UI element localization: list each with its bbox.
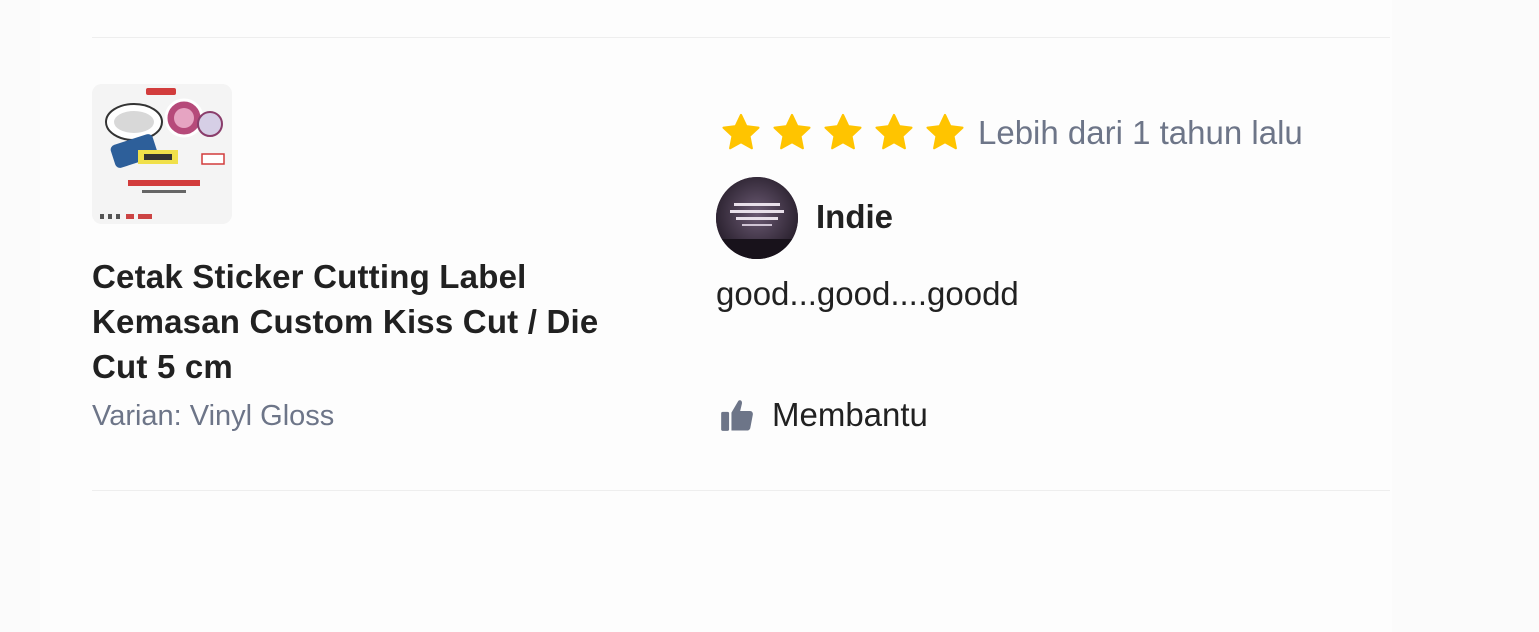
product-name[interactable]: Cetak Sticker Cutting Label Kemasan Cust… xyxy=(92,254,612,389)
bottom-divider xyxy=(92,490,1390,491)
product-variant: Varian: Vinyl Gloss xyxy=(92,400,335,432)
avatar-image xyxy=(716,177,798,259)
review-timestamp: Lebih dari 1 tahun lalu xyxy=(978,114,1303,151)
product-image-art xyxy=(92,84,232,224)
rating-stars xyxy=(718,111,968,155)
reviewer-name: Indie xyxy=(816,198,894,235)
star-icon xyxy=(773,113,811,150)
thumbs-up-icon xyxy=(721,400,753,431)
reviewer-avatar xyxy=(716,177,798,259)
star-icon xyxy=(824,113,862,150)
top-divider xyxy=(92,37,1390,38)
helpful-label: Membantu xyxy=(772,396,928,433)
review-text: good...good....goodd xyxy=(716,275,1019,312)
star-icon xyxy=(926,113,964,150)
star-icon xyxy=(875,113,913,150)
product-thumbnail[interactable] xyxy=(92,84,232,224)
helpful-button[interactable]: Membantu xyxy=(718,393,928,437)
star-icon xyxy=(722,113,760,150)
